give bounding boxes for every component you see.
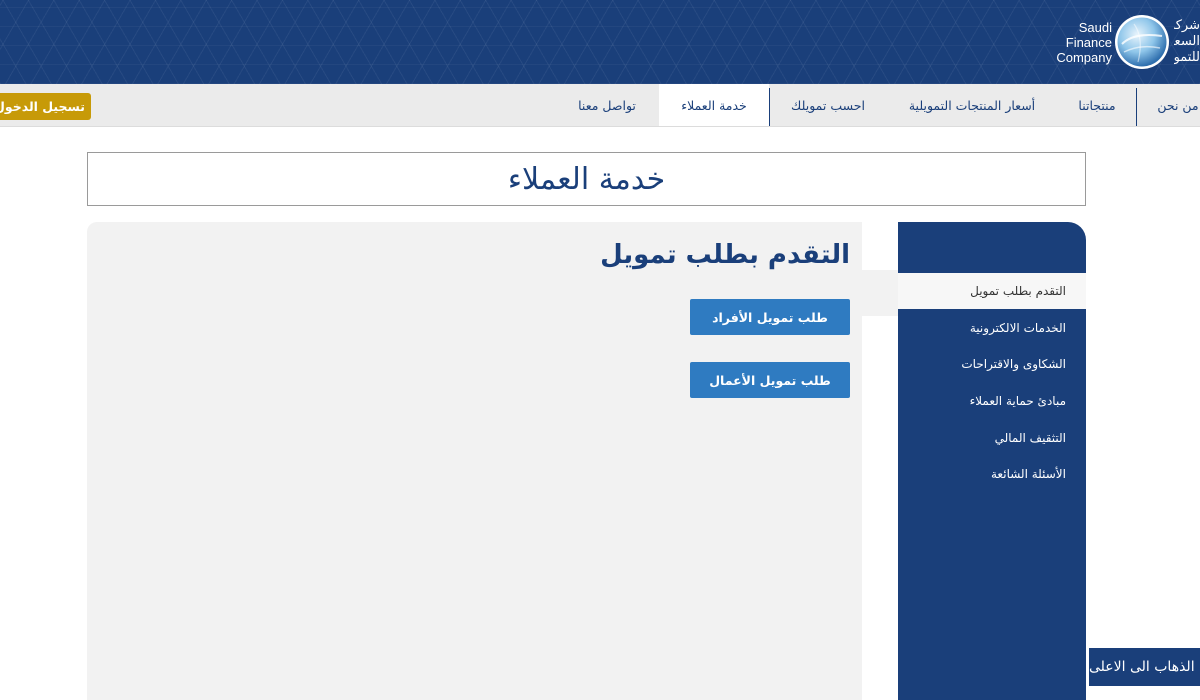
logo-ar-line-3: للتمويل bbox=[1174, 50, 1200, 65]
main-nav: من نحن منتجاتنا أسعار المنتجات التمويلية… bbox=[0, 84, 1200, 127]
page-title: خدمة العملاء bbox=[507, 161, 666, 197]
logo-arabic-text: شركة السعودية للتمويل bbox=[1174, 18, 1200, 66]
logo-globe-icon[interactable] bbox=[1114, 14, 1170, 70]
nav-item-products[interactable]: منتجاتنا bbox=[1058, 84, 1136, 126]
content-panel bbox=[87, 222, 862, 700]
sidebar-item-faq[interactable]: الأسئلة الشائعة bbox=[898, 456, 1086, 492]
nav-item-about[interactable]: من نحن bbox=[1138, 84, 1200, 126]
sidebar-item-financial-education[interactable]: التثقيف المالي bbox=[898, 420, 1086, 456]
logo-en-line-1: Saudi bbox=[1078, 20, 1112, 35]
sidebar-item-e-services[interactable]: الخدمات الالكترونية bbox=[898, 310, 1086, 346]
nav-item-prices[interactable]: أسعار المنتجات التمويلية bbox=[886, 84, 1058, 126]
individual-finance-button[interactable]: طلب تمويل الأفراد bbox=[690, 299, 850, 335]
nav-item-contact[interactable]: تواصل معنا bbox=[555, 84, 659, 126]
section-heading: التقدم بطلب تمويل bbox=[600, 240, 850, 270]
logo-ar-line-2: السعودية bbox=[1174, 34, 1200, 49]
nav-item-customer-service[interactable]: خدمة العملاء bbox=[659, 84, 769, 126]
nav-separator bbox=[769, 88, 770, 126]
header-banner: Saudi Finance Company شركة السعودية للتم… bbox=[0, 0, 1200, 84]
back-to-top-label: الذهاب الى الاعلى bbox=[1089, 659, 1195, 675]
logo-english-text: Saudi Finance Company bbox=[1042, 20, 1112, 65]
sidebar-item-customer-protection[interactable]: مبادئ حماية العملاء bbox=[898, 383, 1086, 419]
sidebar: التقدم بطلب تمويل الخدمات الالكترونية ال… bbox=[898, 222, 1086, 700]
page-title-box: خدمة العملاء bbox=[87, 152, 1086, 206]
sidebar-item-complaints[interactable]: الشكاوى والاقتراحات bbox=[898, 346, 1086, 382]
back-to-top-button[interactable]: الذهاب الى الاعلى bbox=[1089, 648, 1200, 686]
business-finance-button[interactable]: طلب تمويل الأعمال bbox=[690, 362, 850, 398]
logo-en-line-3: Company bbox=[1056, 50, 1112, 65]
sidebar-item-apply-finance[interactable]: التقدم بطلب تمويل bbox=[898, 273, 1086, 309]
nav-separator bbox=[1136, 88, 1137, 126]
nav-item-calculate[interactable]: احسب تمويلك bbox=[770, 84, 886, 126]
login-button[interactable]: تسجيل الدخول bbox=[0, 93, 91, 120]
logo-en-line-2: Finance bbox=[1065, 35, 1112, 50]
logo-ar-line-1: شركة bbox=[1174, 18, 1200, 33]
